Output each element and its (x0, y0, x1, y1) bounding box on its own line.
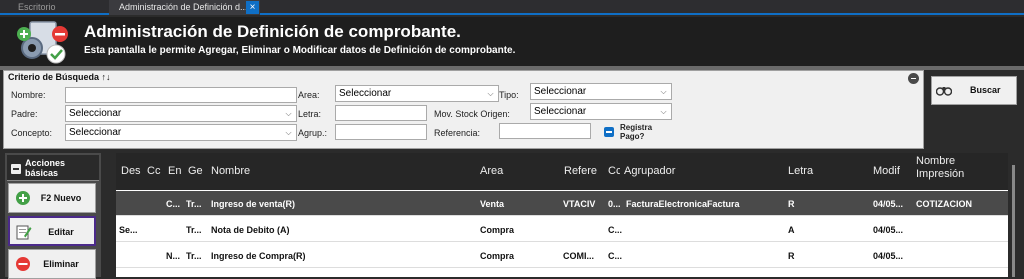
registra-pago-toggle-icon[interactable] (604, 127, 614, 137)
table-row[interactable]: Se... Tr... Nota de Debito (A) Compra C.… (116, 217, 1008, 242)
eliminar-button[interactable]: Eliminar (8, 249, 96, 279)
config-documents-icon (17, 21, 68, 64)
agrup-label: Agrup.: (298, 128, 328, 138)
letra-label: Letra: (298, 109, 322, 119)
tab-escritorio[interactable]: Escritorio (0, 0, 100, 15)
table-cell: 04/05... (873, 199, 904, 209)
close-tab-button[interactable]: × (246, 1, 259, 14)
column-header[interactable]: Ge (188, 165, 206, 177)
tipo-select[interactable]: Seleccionar ⌵ (530, 83, 672, 100)
grid-header: Des Cc En Ge Nombre Area Refere Cc Agrup… (116, 153, 1008, 190)
table-cell: Compra (480, 251, 515, 261)
column-header[interactable]: En (168, 165, 184, 177)
search-legend: Criterio de Búsqueda ↑↓ (8, 72, 111, 82)
table-cell: FacturaElectronicaFactura (626, 199, 740, 209)
table-row[interactable]: N... Tr... Ingreso de Compra(R) Compra C… (116, 243, 1008, 268)
table-row[interactable]: C... Tr... Ingreso de venta(R) Venta VTA… (116, 191, 1008, 216)
actions-panel: Acciones básicas F2 Nuevo Editar Elimina… (5, 153, 101, 279)
table-cell: Tr... (186, 225, 202, 235)
area-select-value: Seleccionar (339, 88, 392, 99)
buscar-label: Buscar (970, 85, 1001, 95)
collapse-actions-icon[interactable] (11, 164, 21, 174)
column-header[interactable]: Nombre (211, 165, 471, 177)
table-cell: N... (166, 251, 181, 261)
column-header[interactable]: Modif (873, 165, 913, 177)
column-header[interactable]: Des (121, 165, 143, 177)
table-cell: R (788, 199, 795, 209)
letra-input[interactable] (335, 105, 427, 121)
mov-stock-select[interactable]: Seleccionar ⌵ (530, 103, 672, 120)
table-cell: COMI... (563, 251, 594, 261)
table-cell: Venta (480, 199, 505, 209)
nuevo-label: F2 Nuevo (40, 193, 82, 203)
column-header[interactable]: Letra (788, 165, 848, 177)
padre-label: Padre: (11, 109, 38, 119)
tipo-select-value: Seleccionar (534, 86, 587, 97)
grid-scrollbar[interactable] (1012, 165, 1015, 277)
editar-button[interactable]: Editar (8, 216, 96, 246)
mov-stock-label: Mov. Stock Origen: (434, 109, 510, 119)
tab-definicion-comprobante[interactable]: Administración de Definición d... (109, 0, 260, 15)
referencia-input[interactable] (499, 123, 591, 139)
table-cell: VTACIV (563, 199, 596, 209)
area-select[interactable]: Seleccionar ⌵ (335, 85, 499, 102)
results-grid: Des Cc En Ge Nombre Area Refere Cc Agrup… (116, 153, 1008, 277)
table-cell: A (788, 225, 795, 235)
table-cell: Ingreso de Compra(R) (211, 251, 306, 261)
page-subtitle: Esta pantalla le permite Agregar, Elimin… (84, 45, 516, 56)
table-cell: R (788, 251, 795, 261)
concepto-label: Concepto: (11, 128, 53, 138)
buscar-button[interactable]: Buscar (931, 76, 1017, 105)
chevron-down-icon: ⌵ (285, 109, 292, 118)
table-cell: C... (608, 251, 623, 261)
concepto-select[interactable]: Seleccionar ⌵ (65, 124, 297, 141)
column-header[interactable]: Cc (608, 165, 620, 177)
tipo-label: Tipo: (499, 90, 519, 100)
registra-pago-label: Registra Pago? (620, 123, 653, 141)
actions-header[interactable]: Acciones básicas (7, 155, 99, 181)
table-cell: 0... (608, 199, 621, 209)
tab-bar: Escritorio Administración de Definición … (0, 0, 1024, 15)
padre-select[interactable]: Seleccionar ⌵ (65, 105, 297, 122)
eliminar-label: Eliminar (43, 259, 79, 269)
mov-stock-select-value: Seleccionar (534, 106, 587, 117)
chevron-down-icon: ⌵ (660, 107, 667, 116)
table-cell: Nota de Debito (A) (211, 225, 290, 235)
agrup-input[interactable] (335, 124, 427, 140)
collapse-search-icon[interactable] (908, 73, 919, 84)
table-cell: 04/05... (873, 225, 904, 235)
column-header[interactable]: Refere (564, 165, 606, 177)
table-cell: Tr... (186, 199, 202, 209)
table-cell: Ingreso de venta(R) (211, 199, 296, 209)
chevron-down-icon: ⌵ (660, 87, 667, 96)
page-header: Administración de Definición de comproba… (0, 17, 1024, 66)
table-cell: C... (166, 199, 181, 209)
concepto-select-value: Seleccionar (69, 127, 122, 138)
search-criteria-panel: Criterio de Búsqueda ↑↓ Nombre: Padre: S… (3, 70, 924, 149)
chevron-down-icon: ⌵ (285, 128, 292, 137)
nombre-input[interactable] (65, 87, 297, 103)
actions-title: Acciones básicas (25, 158, 66, 178)
table-cell: COTIZACION (916, 199, 972, 209)
editar-label: Editar (48, 227, 74, 237)
column-header[interactable]: Cc (147, 165, 162, 177)
nuevo-button[interactable]: F2 Nuevo (8, 183, 96, 213)
table-cell: Compra (480, 225, 515, 235)
nombre-label: Nombre: (11, 90, 46, 100)
chevron-down-icon: ⌵ (487, 89, 494, 98)
column-header[interactable]: Agrupador (624, 165, 774, 177)
referencia-label: Referencia: (434, 128, 481, 138)
binoculars-icon (936, 87, 952, 96)
column-header[interactable]: Area (480, 165, 550, 177)
page-title: Administración de Definición de comproba… (84, 22, 461, 41)
column-header[interactable]: Nombre Impresión (916, 155, 1006, 181)
table-cell: C... (608, 225, 623, 235)
table-cell: Tr... (186, 251, 202, 261)
area-label: Area: (298, 90, 320, 100)
table-cell: 04/05... (873, 251, 904, 261)
table-cell: Se... (119, 225, 138, 235)
padre-select-value: Seleccionar (69, 108, 122, 119)
